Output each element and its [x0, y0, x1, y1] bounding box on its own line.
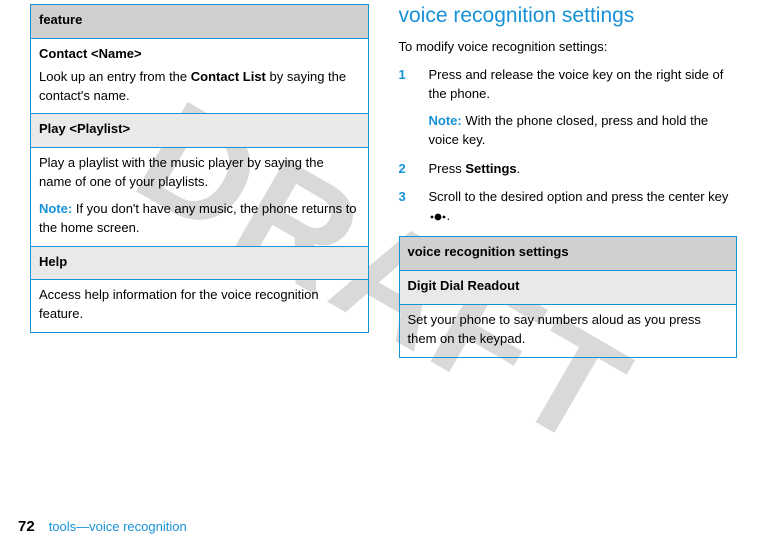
step-body: Scroll to the desired option and press t…	[429, 188, 738, 226]
note-label: Note:	[429, 113, 462, 128]
step-text-post: .	[517, 161, 521, 176]
step-list: 1 Press and release the voice key on the…	[399, 66, 738, 226]
feature-table: feature Contact <Name> Look up an entry …	[30, 4, 369, 333]
table-row: Contact <Name> Look up an entry from the…	[31, 38, 369, 114]
row-title: Help	[31, 246, 369, 280]
right-column: voice recognition settings To modify voi…	[399, 4, 738, 495]
table-row: Access help information for the voice re…	[31, 280, 369, 333]
step-item: 1 Press and release the voice key on the…	[399, 66, 738, 149]
feature-table-header: feature	[31, 5, 369, 39]
step-text-post: .	[447, 208, 451, 223]
row-body-bold: Contact List	[191, 69, 266, 84]
note-label: Note:	[39, 201, 72, 216]
step-text-bold: Settings	[465, 161, 516, 176]
page-number: 72	[18, 518, 35, 535]
page-content: feature Contact <Name> Look up an entry …	[0, 0, 767, 495]
row-title: Play <Playlist>	[31, 114, 369, 148]
intro-text: To modify voice recognition settings:	[399, 38, 738, 56]
step-text-pre: Scroll to the desired option and press t…	[429, 189, 729, 204]
step-item: 3 Scroll to the desired option and press…	[399, 188, 738, 226]
settings-table: voice recognition settings Digit Dial Re…	[399, 236, 738, 357]
row-note: Note: If you don't have any music, the p…	[39, 200, 360, 238]
step-number: 1	[399, 66, 411, 149]
row-body-pre: Look up an entry from the	[39, 69, 191, 84]
row-title: Contact <Name>	[39, 45, 360, 64]
step-number: 3	[399, 188, 411, 226]
step-item: 2 Press Settings.	[399, 160, 738, 179]
note-text: If you don't have any music, the phone r…	[39, 201, 357, 235]
note-text: With the phone closed, press and hold th…	[429, 113, 709, 147]
step-text: Press and release the voice key on the r…	[429, 67, 724, 101]
step-number: 2	[399, 160, 411, 179]
settings-row-title: Digit Dial Readout	[399, 271, 737, 305]
section-title: voice recognition settings	[399, 4, 738, 28]
center-key-icon	[429, 207, 447, 226]
settings-table-header: voice recognition settings	[399, 237, 737, 271]
row-body: Access help information for the voice re…	[39, 286, 360, 324]
page-footer: 72 tools—voice recognition	[18, 518, 187, 535]
step-body: Press Settings.	[429, 160, 738, 179]
table-row: Play a playlist with the music player by…	[31, 148, 369, 246]
left-column: feature Contact <Name> Look up an entry …	[30, 4, 369, 495]
step-body: Press and release the voice key on the r…	[429, 66, 738, 149]
row-body: Play a playlist with the music player by…	[39, 154, 360, 192]
step-note: Note: With the phone closed, press and h…	[429, 112, 738, 150]
row-body: Look up an entry from the Contact List b…	[39, 68, 360, 106]
breadcrumb: tools—voice recognition	[49, 519, 187, 534]
settings-row-body: Set your phone to say numbers aloud as y…	[399, 304, 737, 357]
step-text-pre: Press	[429, 161, 466, 176]
